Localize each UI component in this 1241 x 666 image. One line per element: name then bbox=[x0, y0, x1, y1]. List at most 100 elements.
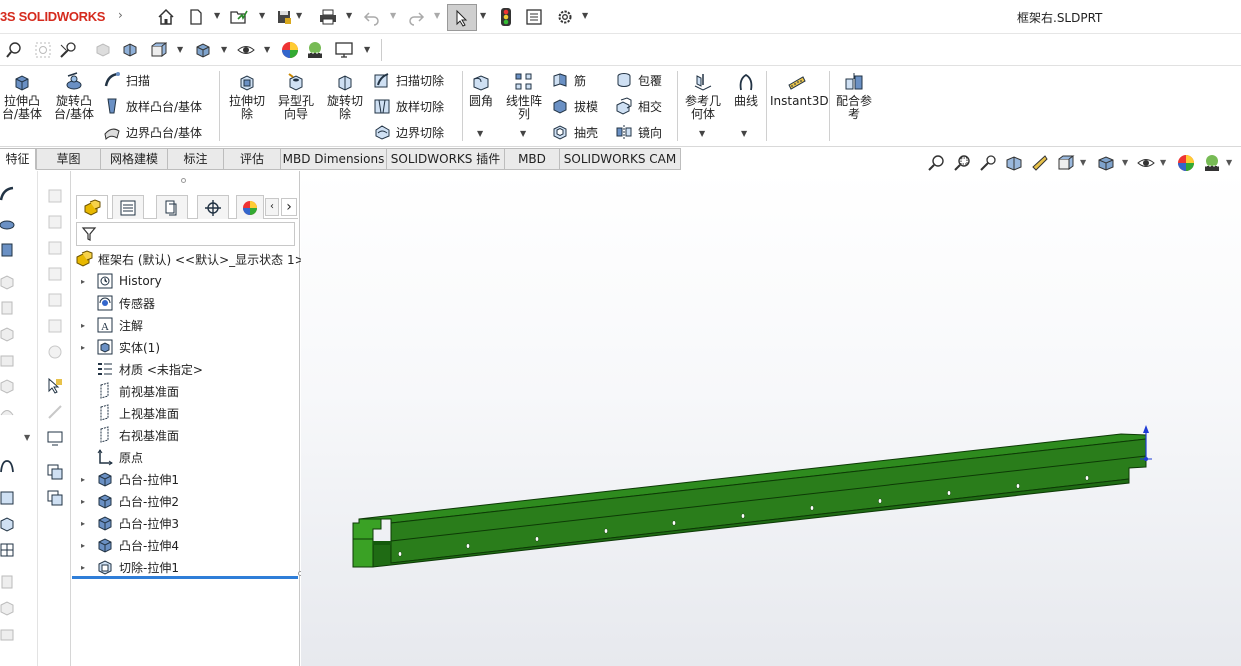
disabled-tool-icon[interactable] bbox=[46, 343, 64, 361]
display-style-icon[interactable] bbox=[193, 40, 213, 60]
tree-item-boss-extrude4[interactable]: ▸ 凸台-拉伸4 bbox=[78, 534, 306, 556]
previous-view-icon[interactable] bbox=[978, 153, 998, 173]
copy-tool-icon[interactable] bbox=[46, 463, 64, 481]
tree-item-cut-extrude1[interactable]: ▸ 切除-拉伸1 bbox=[78, 556, 306, 578]
print-icon[interactable] bbox=[318, 7, 338, 27]
expand-arrow-icon[interactable]: ▸ bbox=[78, 343, 88, 352]
revolve-boss-button[interactable]: 旋转凸台/基体 bbox=[50, 71, 98, 121]
rebuild-traffic-light-icon[interactable] bbox=[496, 7, 516, 27]
disabled-tool-icon[interactable] bbox=[46, 265, 64, 283]
disabled-tool-icon[interactable] bbox=[0, 299, 16, 317]
options-gear-icon[interactable] bbox=[555, 7, 575, 27]
apply-scene-icon[interactable] bbox=[305, 40, 325, 60]
revolve-cut-button[interactable]: 旋转切除 bbox=[323, 71, 367, 121]
fillet-dropdown-icon[interactable]: ▼ bbox=[477, 129, 483, 138]
section-view-icon[interactable] bbox=[93, 40, 113, 60]
pattern-dropdown-icon[interactable]: ▼ bbox=[520, 129, 526, 138]
tab-mesh-modeling[interactable]: 网格建模 bbox=[101, 148, 168, 170]
graphics-area[interactable] bbox=[301, 171, 1241, 666]
view-orientation-icon[interactable] bbox=[148, 40, 168, 60]
tab-property-manager[interactable] bbox=[112, 195, 144, 219]
options-dropdown-icon[interactable]: ▼ bbox=[582, 11, 588, 20]
tab-features[interactable]: 特征 bbox=[0, 148, 36, 170]
tree-item-history[interactable]: ▸ History bbox=[78, 270, 306, 292]
display-style-dropdown-icon[interactable]: ▼ bbox=[1122, 158, 1128, 167]
hide-show-items-icon[interactable] bbox=[236, 40, 256, 60]
disabled-tool-icon[interactable] bbox=[0, 599, 16, 617]
display-style-dropdown-icon[interactable]: ▼ bbox=[221, 45, 227, 54]
dynamic-annotation-icon[interactable] bbox=[1030, 153, 1050, 173]
loft-boss-button[interactable]: 放样凸台/基体 bbox=[103, 95, 202, 117]
redo-icon[interactable] bbox=[406, 7, 426, 27]
reference-geometry-dropdown-icon[interactable]: ▼ bbox=[699, 129, 705, 138]
expand-arrow-icon[interactable]: ▸ bbox=[78, 563, 88, 572]
curves-dropdown-icon[interactable]: ▼ bbox=[741, 129, 747, 138]
display-style-icon[interactable] bbox=[1096, 153, 1116, 173]
curves-button[interactable]: 曲线 bbox=[731, 71, 761, 108]
tab-configuration-manager[interactable] bbox=[156, 195, 188, 219]
tree-item-origin[interactable]: 原点 bbox=[78, 446, 306, 468]
tab-mbd-dimensions[interactable]: MBD Dimensions bbox=[281, 148, 387, 170]
tree-item-material[interactable]: 材质 <未指定> bbox=[78, 358, 306, 380]
dynamic-annotation-icon[interactable] bbox=[120, 40, 140, 60]
expand-arrow-icon[interactable]: ▸ bbox=[78, 541, 88, 550]
file-properties-icon[interactable] bbox=[524, 7, 544, 27]
revolve-strip-icon[interactable] bbox=[0, 213, 16, 231]
disabled-tool-icon[interactable] bbox=[0, 377, 16, 395]
copy-tool-icon[interactable] bbox=[46, 489, 64, 507]
select-dropdown-icon[interactable]: ▼ bbox=[480, 11, 486, 20]
solidworks-logo[interactable]: 3S SOLIDWORKS bbox=[0, 9, 105, 24]
mirror-button[interactable]: 镜向 bbox=[615, 121, 662, 143]
draft-button[interactable]: 拔模 bbox=[551, 95, 598, 117]
extrude-boss-button[interactable]: 拉伸凸台/基体 bbox=[0, 71, 44, 121]
previous-view-icon[interactable] bbox=[58, 40, 78, 60]
new-dropdown-icon[interactable]: ▼ bbox=[214, 11, 220, 20]
disabled-tool-icon[interactable] bbox=[0, 351, 16, 369]
view-orientation-dropdown-icon[interactable]: ▼ bbox=[177, 45, 183, 54]
rib-button[interactable]: 筋 bbox=[551, 69, 586, 91]
tab-display-manager[interactable] bbox=[236, 195, 264, 219]
tab-mbd[interactable]: MBD bbox=[505, 148, 560, 170]
tree-item-boss-extrude3[interactable]: ▸ 凸台-拉伸3 bbox=[78, 512, 306, 534]
sweep-button[interactable]: 扫描 bbox=[103, 69, 150, 91]
disabled-tool-icon[interactable] bbox=[46, 213, 64, 231]
tool-icon[interactable] bbox=[0, 489, 16, 507]
tab-dimxpert-manager[interactable] bbox=[197, 195, 229, 219]
shell-button[interactable]: 抽壳 bbox=[551, 121, 598, 143]
tab-solidworks-addins[interactable]: SOLIDWORKS 插件 bbox=[387, 148, 505, 170]
expand-arrow-icon[interactable]: ▸ bbox=[78, 519, 88, 528]
view-orientation-icon[interactable] bbox=[1056, 153, 1076, 173]
tree-root-part[interactable]: 框架右 (默认) <<默认>_显示状态 1> bbox=[75, 248, 305, 270]
open-icon[interactable] bbox=[229, 7, 249, 27]
tree-item-boss-extrude2[interactable]: ▸ 凸台-拉伸2 bbox=[78, 490, 306, 512]
disabled-tool-icon[interactable] bbox=[46, 187, 64, 205]
view-settings-icon[interactable] bbox=[334, 40, 354, 60]
zoom-to-area-icon[interactable] bbox=[952, 153, 972, 173]
tab-scroll-right-button[interactable]: › bbox=[281, 198, 297, 216]
zoom-to-fit-icon[interactable] bbox=[926, 153, 946, 173]
select-arrow-icon[interactable] bbox=[447, 4, 477, 31]
edit-appearance-icon[interactable] bbox=[1176, 153, 1196, 173]
strip-dropdown-icon[interactable]: ▼ bbox=[24, 433, 30, 442]
disabled-tool-icon[interactable] bbox=[0, 625, 16, 643]
panel-splitter-handle[interactable] bbox=[181, 178, 186, 183]
disabled-tool-icon[interactable] bbox=[0, 403, 16, 421]
disabled-tool-icon[interactable] bbox=[46, 239, 64, 257]
tree-item-right-plane[interactable]: 右视基准面 bbox=[78, 424, 306, 446]
intersect-button[interactable]: 相交 bbox=[615, 95, 662, 117]
tab-markup[interactable]: 标注 bbox=[168, 148, 224, 170]
fillet-button[interactable]: 圆角 bbox=[466, 71, 496, 108]
tab-evaluate[interactable]: 评估 bbox=[224, 148, 281, 170]
expand-arrow-icon[interactable]: ▸ bbox=[78, 277, 88, 286]
extrude-cut-button[interactable]: 拉伸切除 bbox=[225, 71, 269, 121]
curve-tool-icon[interactable] bbox=[0, 457, 16, 475]
boundary-boss-button[interactable]: 边界凸台/基体 bbox=[103, 121, 202, 143]
expand-arrow-icon[interactable]: ▸ bbox=[78, 497, 88, 506]
tree-item-boss-extrude1[interactable]: ▸ 凸台-拉伸1 bbox=[78, 468, 306, 490]
tab-feature-manager[interactable] bbox=[76, 195, 108, 219]
tree-item-sensors[interactable]: 传感器 bbox=[78, 292, 306, 314]
hide-show-dropdown-icon[interactable]: ▼ bbox=[264, 45, 270, 54]
save-dropdown-icon[interactable]: ▼ bbox=[296, 11, 302, 20]
view-settings-dropdown-icon[interactable]: ▼ bbox=[364, 45, 370, 54]
zoom-to-fit-icon[interactable] bbox=[4, 40, 24, 60]
